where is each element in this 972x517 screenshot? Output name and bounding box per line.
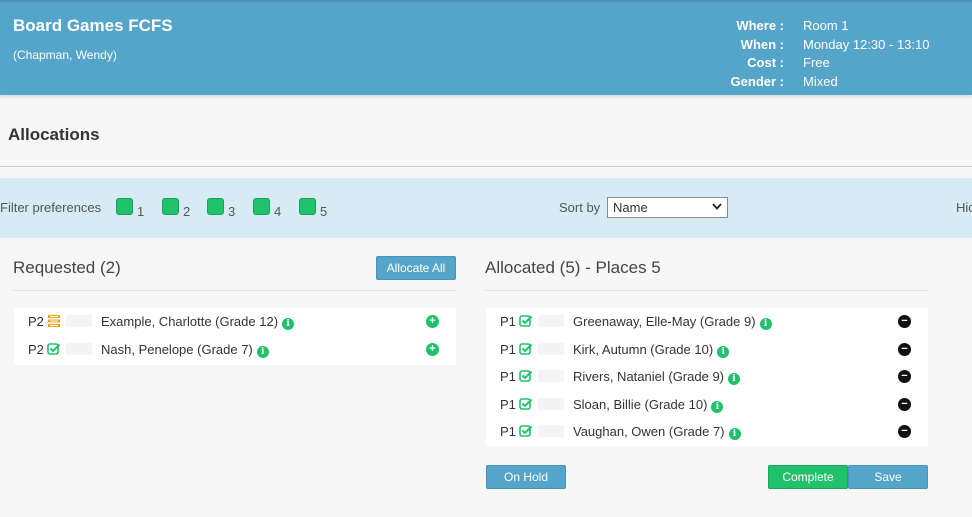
student-name: Example, Charlotte (Grade 12) i <box>101 314 295 330</box>
activity-header: Board Games FCFS (Chapman, Wendy) Where … <box>0 0 972 95</box>
filter-pref-label: 5 <box>320 204 328 219</box>
allocate-all-button[interactable]: Allocate All <box>376 256 456 280</box>
list-item[interactable]: P2 Example, Charlotte (Grade 12) i + <box>14 308 456 336</box>
meta-where: Where : Room 1 <box>700 18 960 37</box>
student-name: Greenaway, Elle-May (Grade 9) i <box>573 314 772 330</box>
remove-icon[interactable]: − <box>898 370 911 383</box>
sort-value: Name <box>613 200 648 215</box>
list-item[interactable]: P1 Rivers, Nataniel (Grade 9) i − <box>486 363 928 391</box>
meta-value: Monday 12:30 - 13:10 <box>803 36 930 52</box>
check-icon <box>47 342 61 356</box>
filter-pref-5[interactable]: 5 <box>299 198 327 219</box>
preference-tag: P2 <box>28 341 44 357</box>
page-title: Allocations <box>8 125 100 144</box>
list-item[interactable]: P1 Kirk, Autumn (Grade 10) i − <box>486 336 928 364</box>
placeholder-tag <box>66 342 92 355</box>
save-button[interactable]: Save <box>848 465 928 489</box>
student-name: Kirk, Autumn (Grade 10) i <box>573 342 730 358</box>
info-icon[interactable]: i <box>282 318 295 330</box>
remove-icon[interactable]: − <box>898 397 911 411</box>
meta-key: Cost : <box>747 55 784 71</box>
allocated-list: P1 Greenaway, Elle-May (Grade 9) i − P1 K… <box>486 308 928 446</box>
filter-pref-label: 1 <box>137 204 145 219</box>
list-item[interactable]: P1 Greenaway, Elle-May (Grade 9) i − <box>486 308 928 336</box>
student-name: Vaughan, Owen (Grade 7) i <box>573 424 741 440</box>
chevron-down-icon <box>712 202 722 213</box>
activity-title: Board Games FCFS <box>13 16 173 35</box>
check-icon <box>519 342 533 356</box>
on-hold-button[interactable]: On Hold <box>486 465 566 489</box>
placeholder-tag <box>538 315 564 327</box>
preference-tag: P1 <box>500 369 516 384</box>
hide-label: Hic <box>956 200 972 215</box>
remove-icon[interactable]: − <box>898 315 911 328</box>
placeholder-tag <box>538 342 564 355</box>
student-name: Rivers, Nataniel (Grade 9) i <box>573 369 740 385</box>
add-icon[interactable]: + <box>426 315 439 328</box>
info-icon[interactable]: i <box>759 318 772 330</box>
checkbox-icon[interactable] <box>162 198 179 215</box>
remove-icon[interactable]: − <box>898 425 911 438</box>
divider <box>485 290 928 291</box>
info-icon[interactable]: i <box>728 428 741 440</box>
filter-pref-3[interactable]: 3 <box>207 198 235 219</box>
filter-pref-label: 2 <box>183 204 191 219</box>
checkbox-icon[interactable] <box>116 198 133 215</box>
check-icon <box>519 369 533 383</box>
meta-key: Where : <box>736 18 784 33</box>
meta-value: Free <box>803 55 830 71</box>
meta-gender: Gender : Mixed <box>700 74 960 93</box>
info-icon[interactable]: i <box>256 345 269 358</box>
meta-value: Room 1 <box>803 18 849 33</box>
preference-tag: P1 <box>500 341 516 357</box>
meta-key: Gender : <box>730 74 784 90</box>
checkbox-icon[interactable] <box>299 198 316 215</box>
allocated-title: Allocated (5) - Places 5 <box>485 258 661 277</box>
meta-cost: Cost : Free <box>700 55 960 74</box>
complete-button[interactable]: Complete <box>768 465 848 489</box>
list-item[interactable]: P2 Nash, Penelope (Grade 7) i + <box>14 336 456 364</box>
preference-tag: P1 <box>500 424 516 439</box>
checkbox-icon[interactable] <box>207 198 224 215</box>
filter-pref-2[interactable]: 2 <box>162 198 190 219</box>
activity-staff: (Chapman, Wendy) <box>13 48 117 62</box>
info-icon[interactable]: i <box>711 400 724 413</box>
list-item[interactable]: P1 Vaughan, Owen (Grade 7) i − <box>486 418 928 446</box>
placeholder-tag <box>538 425 564 437</box>
remove-icon[interactable]: − <box>898 342 911 356</box>
preference-tag: P1 <box>500 396 516 412</box>
check-icon <box>519 397 533 411</box>
requested-title: Requested (2) <box>13 258 121 277</box>
preference-tag: P2 <box>28 314 44 329</box>
info-icon[interactable]: i <box>717 345 730 358</box>
filter-bar: Filter preferences 1 2 3 4 5 Sort by Nam… <box>0 178 972 238</box>
meta-key: When : <box>740 36 784 52</box>
filter-pref-4[interactable]: 4 <box>253 198 281 219</box>
filter-pref-label: 3 <box>228 204 236 219</box>
placeholder-tag <box>66 315 92 327</box>
divider <box>13 290 456 291</box>
check-icon <box>519 314 533 328</box>
stack-icon <box>47 314 61 328</box>
divider <box>0 166 972 167</box>
sort-select[interactable]: Name <box>607 197 728 218</box>
meta-when: When : Monday 12:30 - 13:10 <box>700 37 960 56</box>
meta-value: Mixed <box>803 74 838 90</box>
preference-tag: P1 <box>500 314 516 329</box>
sort-label: Sort by <box>559 200 601 215</box>
activity-meta: Where : Room 1 When : Monday 12:30 - 13:… <box>700 18 960 93</box>
add-icon[interactable]: + <box>426 342 439 356</box>
list-item[interactable]: P1 Sloan, Billie (Grade 10) i − <box>486 391 928 419</box>
check-icon <box>519 424 533 438</box>
student-name: Nash, Penelope (Grade 7) i <box>101 342 269 358</box>
filter-pref-label: 4 <box>274 204 282 219</box>
requested-list: P2 Example, Charlotte (Grade 12) i + P2 N… <box>14 308 456 365</box>
info-icon[interactable]: i <box>728 373 740 385</box>
placeholder-tag <box>538 397 564 410</box>
filter-label: Filter preferences <box>0 200 102 215</box>
student-name: Sloan, Billie (Grade 10) i <box>573 397 724 413</box>
placeholder-tag <box>538 370 564 382</box>
checkbox-icon[interactable] <box>253 198 270 215</box>
filter-pref-1[interactable]: 1 <box>116 198 144 219</box>
